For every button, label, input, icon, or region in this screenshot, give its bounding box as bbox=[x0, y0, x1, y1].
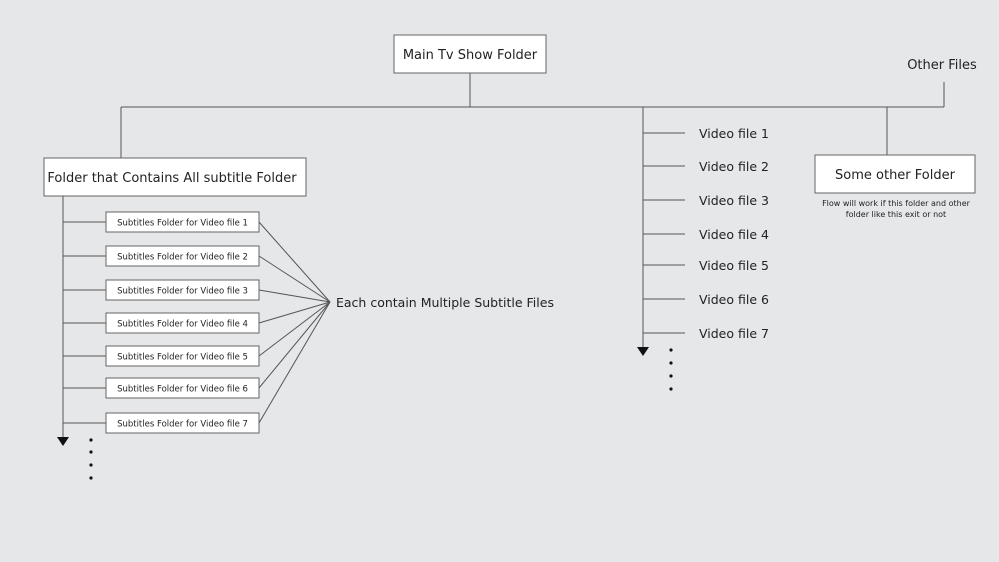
root-folder-node[interactable]: Main Tv Show Folder bbox=[393, 34, 547, 74]
subtitle-folder-item-label: Subtitles Folder for Video file 5 bbox=[117, 353, 248, 363]
dot bbox=[669, 348, 673, 352]
other-folder-note-line2: folder like this exit or not bbox=[846, 210, 946, 219]
subtitle-folder-item-label: Subtitles Folder for Video file 3 bbox=[117, 287, 248, 297]
other-files-label: Other Files bbox=[907, 58, 977, 73]
subtitle-folder-label: Folder that Contains All subtitle Folder bbox=[47, 171, 297, 186]
dot bbox=[89, 463, 93, 467]
other-folder-note-line1: Flow will work if this folder and other bbox=[822, 199, 971, 208]
video-file-item[interactable]: Video file 2 bbox=[699, 159, 769, 174]
subtitle-folder-item[interactable]: Subtitles Folder for Video file 3 bbox=[105, 279, 260, 301]
subtitle-folder-list: Subtitles Folder for Video file 1 Subtitl… bbox=[63, 211, 331, 434]
subtitle-folder-item-label: Subtitles Folder for Video file 6 bbox=[117, 385, 248, 395]
video-file-item[interactable]: Video file 3 bbox=[699, 193, 769, 208]
annotation-line bbox=[258, 221, 331, 303]
video-file-item[interactable]: Video file 6 bbox=[699, 292, 769, 307]
annotation-line bbox=[258, 289, 331, 303]
subtitle-folder-item[interactable]: Subtitles Folder for Video file 7 bbox=[105, 412, 260, 434]
subtitle-folder-item-label: Subtitles Folder for Video file 4 bbox=[117, 320, 248, 330]
subtitle-annotation: Each contain Multiple Subtitle Files bbox=[336, 295, 554, 310]
subtitle-folder-node[interactable]: Folder that Contains All subtitle Folder bbox=[43, 157, 307, 197]
other-folder-node[interactable]: Some other Folder bbox=[814, 154, 976, 194]
subtitle-folder-item[interactable]: Subtitles Folder for Video file 4 bbox=[105, 312, 260, 334]
video-file-item[interactable]: Video file 5 bbox=[699, 258, 769, 273]
middle-arrow-down-icon bbox=[637, 347, 649, 356]
dot bbox=[669, 374, 673, 378]
subtitle-folder-item[interactable]: Subtitles Folder for Video file 2 bbox=[105, 245, 260, 267]
video-file-item[interactable]: Video file 1 bbox=[699, 126, 769, 141]
subtitle-folder-item-label: Subtitles Folder for Video file 1 bbox=[117, 219, 248, 229]
subtitle-folder-item[interactable]: Subtitles Folder for Video file 5 bbox=[105, 345, 260, 367]
subtitle-folder-item[interactable]: Subtitles Folder for Video file 6 bbox=[105, 377, 260, 399]
dot bbox=[89, 438, 93, 442]
video-file-list: Video file 1 Video file 2 Video file 3 Vide… bbox=[643, 126, 769, 341]
video-file-item[interactable]: Video file 7 bbox=[699, 326, 769, 341]
dot bbox=[669, 361, 673, 365]
other-folder-label: Some other Folder bbox=[835, 168, 956, 183]
annotation-line bbox=[258, 301, 331, 357]
dot bbox=[669, 387, 673, 391]
video-file-item[interactable]: Video file 4 bbox=[699, 227, 769, 242]
dot bbox=[89, 450, 93, 454]
subtitle-folder-item[interactable]: Subtitles Folder for Video file 1 bbox=[105, 211, 260, 233]
annotation-line bbox=[258, 301, 331, 389]
root-folder-label: Main Tv Show Folder bbox=[403, 48, 538, 63]
folder-structure-diagram: Main Tv Show Folder Other Files Folder t… bbox=[43, 34, 977, 480]
subtitle-folder-item-label: Subtitles Folder for Video file 2 bbox=[117, 253, 248, 263]
dot bbox=[89, 476, 93, 480]
subtitle-folder-item-label: Subtitles Folder for Video file 7 bbox=[117, 420, 248, 430]
left-arrow-down-icon bbox=[57, 437, 69, 446]
annotation-line bbox=[258, 255, 331, 303]
